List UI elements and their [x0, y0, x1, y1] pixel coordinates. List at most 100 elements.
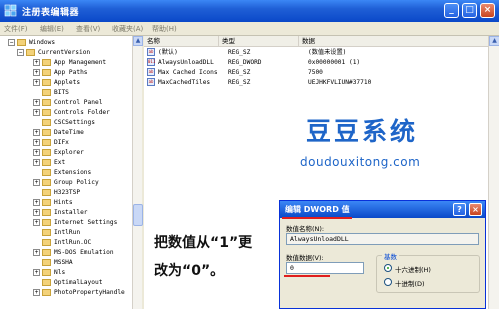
maximize-button[interactable]: □ [462, 3, 477, 18]
collapse-icon[interactable]: − [8, 38, 15, 46]
list-row-default[interactable]: ab (默认) REG_SZ (数值未设置) [144, 48, 488, 58]
tree-item-currentversion[interactable]: − CurrentVersion [17, 48, 90, 58]
value-name-field: AlwaysUnloadDLL [286, 233, 479, 245]
scroll-up-icon[interactable]: ▲ [489, 36, 499, 46]
menu-bar: 文件(F) 编辑(E) 查看(V) 收藏夹(A) 帮助(H) [0, 22, 499, 36]
dialog-title-bar: 编辑 DWORD 值 ? × [280, 201, 485, 218]
tree-item[interactable]: H323TSP [42, 188, 80, 198]
expand-icon[interactable]: + [33, 178, 40, 186]
expand-icon[interactable]: + [33, 128, 40, 136]
help-button[interactable]: ? [453, 203, 466, 216]
tree-item[interactable]: + Nls [33, 268, 65, 278]
scroll-thumb[interactable] [133, 204, 143, 226]
folder-icon [26, 48, 35, 56]
folder-icon [42, 278, 51, 286]
expand-icon[interactable]: + [33, 248, 40, 256]
folder-icon [42, 98, 51, 106]
folder-icon [42, 238, 51, 246]
expand-icon[interactable]: + [33, 158, 40, 166]
expand-icon[interactable]: + [33, 198, 40, 206]
tree-item[interactable]: + Internet Settings [33, 218, 117, 228]
expand-icon[interactable]: + [33, 148, 40, 156]
tree-item[interactable]: + Explorer [33, 148, 84, 158]
hex-radio[interactable] [384, 264, 392, 272]
close-button[interactable]: × [480, 3, 495, 18]
string-value-icon: ab [147, 68, 155, 76]
tree-item[interactable]: IntlRun [42, 228, 80, 238]
folder-icon [42, 108, 51, 116]
folder-icon [42, 68, 51, 76]
string-value-icon: ab [147, 48, 155, 56]
list-row-alwaysunloaddll[interactable]: 011 AlwaysUnloadDLL REG_DWORD 0x00000001… [144, 58, 488, 68]
minimize-button[interactable]: _ [444, 3, 459, 18]
tree-item[interactable]: BITS [42, 88, 69, 98]
dialog-title: 编辑 DWORD 值 [285, 205, 350, 214]
folder-icon [42, 208, 51, 216]
column-name[interactable]: 名称 [144, 36, 219, 47]
tree-item[interactable]: + Control Panel [33, 98, 102, 108]
value-data-label: 数值数据(V): [286, 254, 324, 262]
tree-item[interactable]: + DateTime [33, 128, 84, 138]
menu-help[interactable]: 帮助(H) [152, 24, 177, 34]
expand-icon[interactable]: + [33, 208, 40, 216]
title-bar: 注册表编辑器 _ □ × [0, 0, 499, 22]
list-row-maxcachedtiles[interactable]: ab MaxCachedTiles REG_SZ UEJHKFVLIUN#377… [144, 78, 488, 88]
tree-item[interactable]: MSSHA [42, 258, 73, 268]
tree-item[interactable]: + Ext [33, 158, 65, 168]
value-data-field[interactable]: 0 [286, 262, 364, 274]
column-data[interactable]: 数据 [299, 36, 488, 47]
list-scrollbar[interactable]: ▲ [488, 36, 499, 309]
tree-item[interactable]: + MS-DOS Emulation [33, 248, 114, 258]
scroll-up-icon[interactable]: ▲ [133, 36, 143, 46]
window-title: 注册表编辑器 [22, 8, 80, 18]
dword-value-icon: 011 [147, 58, 156, 66]
tree-item[interactable]: + DIFx [33, 138, 69, 148]
tree-item[interactable]: Extensions [42, 168, 91, 178]
folder-icon [42, 188, 51, 196]
menu-favorites[interactable]: 收藏夹(A) [112, 24, 143, 34]
registry-tree[interactable]: − Windows − CurrentVersion + App Management… [0, 36, 142, 309]
expand-icon[interactable]: + [33, 268, 40, 276]
tree-item-windows[interactable]: − Windows [8, 38, 55, 48]
expand-icon[interactable]: + [33, 58, 40, 66]
dec-radio[interactable] [384, 278, 392, 286]
expand-icon[interactable]: + [33, 218, 40, 226]
folder-icon [17, 38, 26, 46]
list-row-max-cached-icons[interactable]: ab Max Cached Icons REG_SZ 7500 [144, 68, 488, 78]
tree-item[interactable]: + Installer [33, 208, 88, 218]
tree-item[interactable]: + Controls Folder [33, 108, 110, 118]
folder-icon [42, 118, 51, 126]
folder-icon [42, 218, 51, 226]
tree-item[interactable]: IntlRun.OC [42, 238, 91, 248]
tree-scrollbar[interactable]: ▲ [132, 36, 143, 309]
expand-icon[interactable]: + [33, 78, 40, 86]
tree-item[interactable]: OptimalLayout [42, 278, 102, 288]
expand-icon[interactable]: + [33, 138, 40, 146]
menu-view[interactable]: 查看(V) [76, 24, 100, 34]
folder-icon [42, 248, 51, 256]
expand-icon[interactable]: + [33, 98, 40, 106]
hex-label[interactable]: 十六进制(H) [395, 264, 431, 274]
instruction-line-2: 改为“0”。 [154, 263, 225, 279]
menu-file[interactable]: 文件(F) [4, 24, 28, 34]
watermark-logo: 豆豆系统 [306, 117, 419, 146]
tree-item[interactable]: + App Management [33, 58, 106, 68]
dialog-close-button[interactable]: × [469, 203, 482, 216]
tree-item[interactable]: + Group Policy [33, 178, 99, 188]
value-name-label: 数值名称(N): [286, 225, 325, 233]
expand-icon[interactable]: + [33, 68, 40, 76]
expand-icon[interactable]: + [33, 108, 40, 116]
column-type[interactable]: 类型 [219, 36, 299, 47]
dec-label[interactable]: 十进制(D) [395, 278, 425, 288]
tree-item[interactable]: + Applets [33, 78, 80, 88]
expand-icon[interactable]: + [33, 288, 40, 296]
tree-item[interactable]: CSCSettings [42, 118, 95, 128]
folder-icon [42, 128, 51, 136]
collapse-icon[interactable]: − [17, 48, 24, 56]
tree-item[interactable]: + PhotoPropertyHandle [33, 288, 125, 298]
tree-item[interactable]: + App Paths [33, 68, 88, 78]
folder-icon [42, 258, 51, 266]
tree-item[interactable]: + Hints [33, 198, 73, 208]
menu-edit[interactable]: 编辑(E) [40, 24, 64, 34]
folder-icon [42, 148, 51, 156]
